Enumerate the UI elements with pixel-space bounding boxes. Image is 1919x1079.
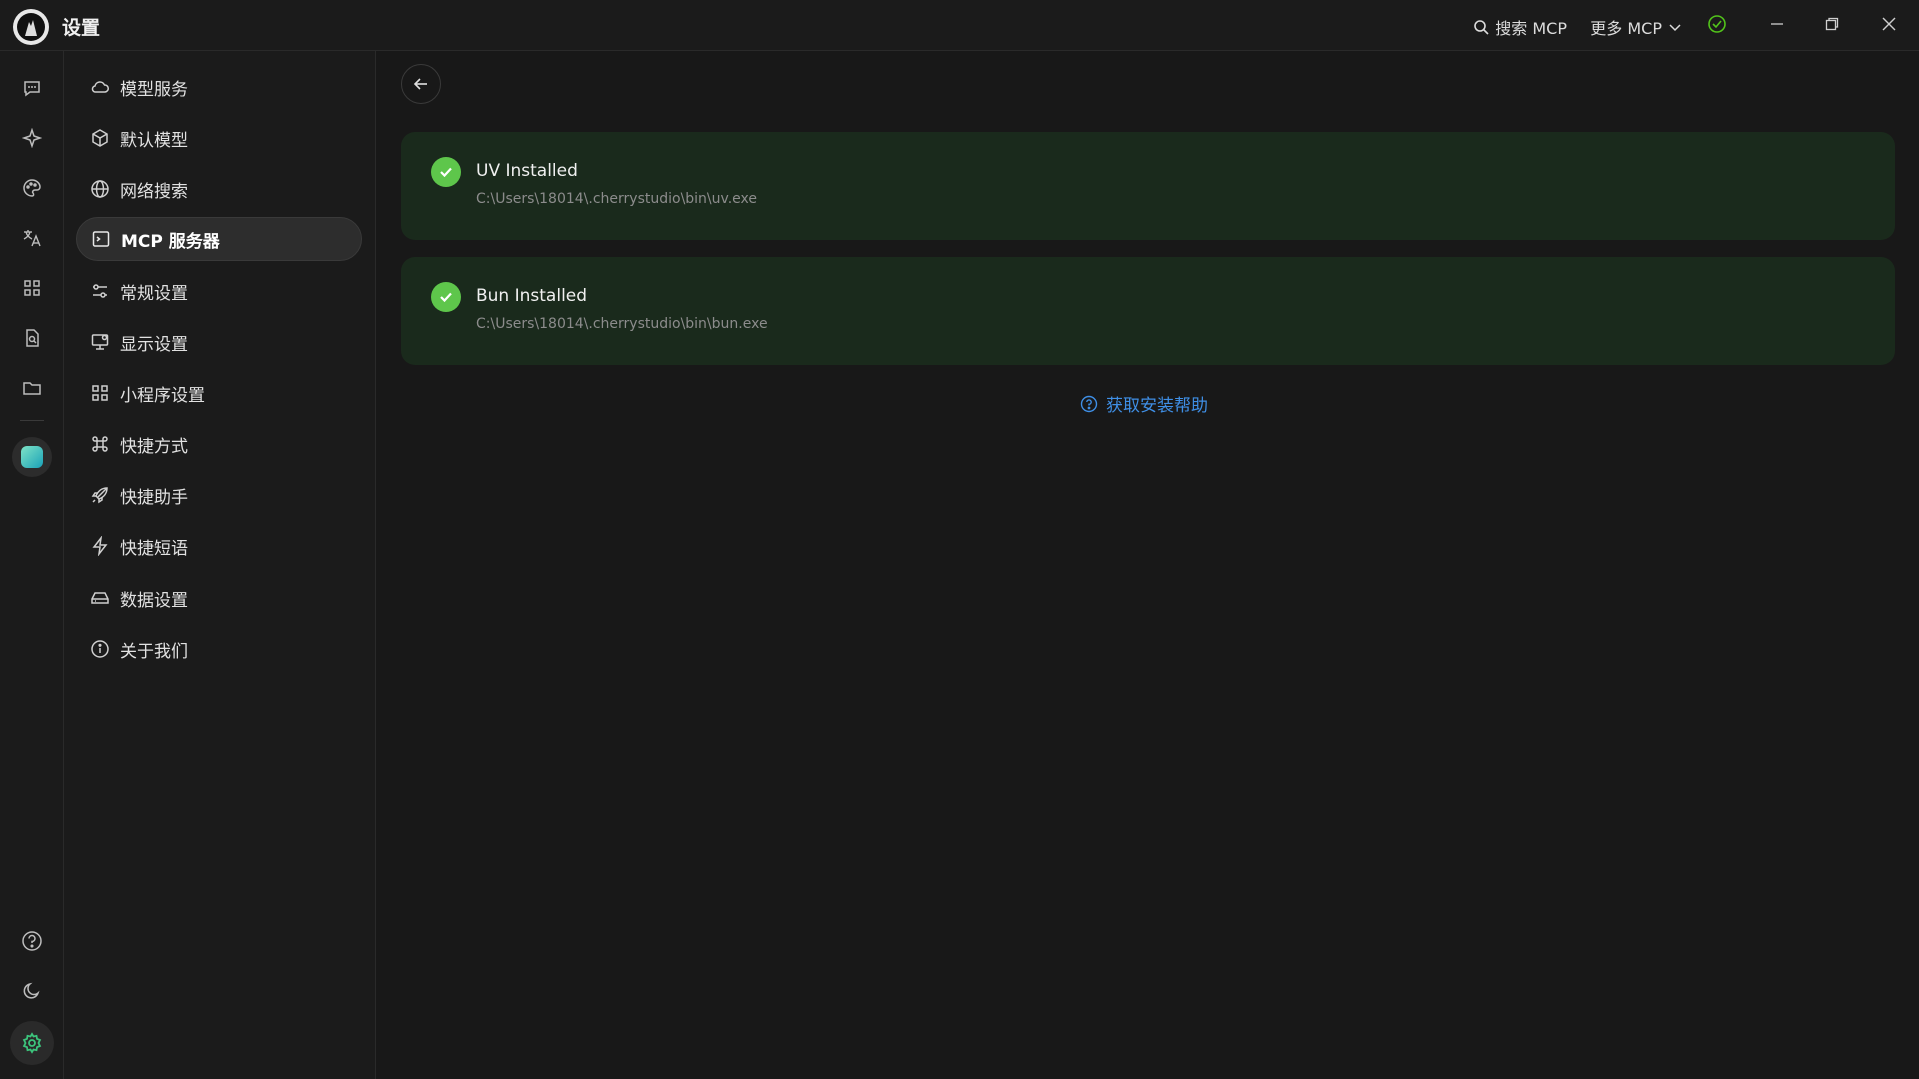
menu-item-shortcuts[interactable]: 快捷方式 [76,422,362,466]
card-title: Bun Installed [476,286,588,306]
menu-item-label: 网络搜索 [120,181,188,202]
rocket-icon [91,487,108,504]
main-content: UV Installed C:\Users\18014\.cherrystudi… [376,51,1919,1079]
menu-item-label: 关于我们 [120,641,188,662]
menu-item-label: MCP 服务器 [121,231,220,252]
monitor-icon [91,334,109,350]
menu-item-label: 数据设置 [120,590,188,611]
apps-icon[interactable] [16,272,48,304]
settings-sliders-icon [93,284,107,298]
card-path: C:\Users\18014\.cherrystudio\bin\uv.exe [476,191,758,207]
close-icon [1882,17,1896,31]
mini-app-icon[interactable] [12,437,52,477]
menu-item-about-us[interactable]: 关于我们 [76,627,362,671]
restore-icon [1825,17,1839,31]
menu-item-mini-app-settings[interactable]: 小程序设置 [76,371,362,415]
terminal-icon [92,231,110,247]
chat-icon[interactable] [16,72,48,104]
menu-item-default-model[interactable]: 默认模型 [76,116,362,160]
cube-icon [92,129,108,147]
folder-icon[interactable] [16,372,48,404]
status-check-icon[interactable] [1707,14,1727,38]
minimize-button[interactable] [1765,12,1789,36]
more-mcp-label: 更多 MCP [1590,19,1662,38]
window-title: 设置 [62,17,101,39]
menu-item-display-settings[interactable]: 显示设置 [76,320,362,364]
close-button[interactable] [1877,12,1901,36]
card-title: UV Installed [476,161,578,181]
back-button[interactable] [401,64,441,104]
command-icon [92,436,108,452]
menu-item-quick-phrases[interactable]: 快捷短语 [76,524,362,568]
chevron-down-icon [1669,24,1681,32]
card-path: C:\Users\18014\.cherrystudio\bin\bun.exe [476,316,768,332]
menu-item-label: 默认模型 [120,130,188,151]
cloud-icon [91,81,109,93]
gear-icon[interactable] [10,1021,54,1065]
bun-status-card: Bun Installed C:\Users\18014\.cherrystud… [401,257,1895,365]
menu-item-label: 小程序设置 [120,385,205,406]
search-mcp-button[interactable]: 搜索 MCP [1473,15,1567,39]
help-link-label: 获取安装帮助 [1106,396,1208,416]
menu-item-label: 快捷助手 [120,487,188,508]
check-circle-icon [431,282,461,312]
help-icon[interactable] [16,925,48,957]
menu-item-model-service[interactable]: 模型服务 [76,65,362,109]
more-mcp-dropdown[interactable]: 更多 MCP [1590,15,1682,39]
install-help-link[interactable]: 获取安装帮助 [1080,391,1208,416]
check-circle-icon [431,157,461,187]
minimize-icon [1771,23,1783,25]
menu-item-mcp-servers[interactable]: MCP 服务器 [76,217,362,261]
sparkle-icon[interactable] [16,122,48,154]
app-logo[interactable] [13,9,49,45]
settings-menu: 模型服务 默认模型 网络搜索 MCP 服务器 常规设置 显示设置 小程序设置 快… [64,51,376,1079]
restore-button[interactable] [1820,12,1844,36]
search-mcp-label: 搜索 MCP [1495,19,1567,38]
palette-icon[interactable] [16,172,48,204]
title-bar: 设置 搜索 MCP 更多 MCP [0,0,1919,51]
search-icon [1474,20,1489,35]
grid-icon [92,385,108,401]
icon-rail [0,51,64,1079]
document-icon[interactable] [16,322,48,354]
menu-item-data-settings[interactable]: 数据设置 [76,576,362,620]
menu-item-label: 常规设置 [120,283,188,304]
menu-item-label: 模型服务 [120,79,188,100]
menu-item-label: 快捷方式 [120,436,188,457]
arrow-left-icon [413,78,427,90]
uv-status-card: UV Installed C:\Users\18014\.cherrystudi… [401,132,1895,240]
menu-item-label: 快捷短语 [120,538,188,559]
info-icon [91,640,109,658]
menu-item-general-settings[interactable]: 常规设置 [76,269,362,313]
rail-divider [20,420,44,421]
moon-icon[interactable] [16,975,48,1007]
menu-item-label: 显示设置 [120,334,188,355]
menu-item-quick-assistant[interactable]: 快捷助手 [76,473,362,517]
app-window: 设置 搜索 MCP 更多 MCP 模型服务 默认模型 网络搜索 MCP 服务器 … [0,0,1919,1079]
globe-icon [91,180,109,198]
help-icon [1080,395,1098,412]
drive-icon [91,592,109,604]
menu-item-web-search[interactable]: 网络搜索 [76,167,362,211]
lightning-icon [92,536,108,556]
translate-icon[interactable] [16,222,48,254]
